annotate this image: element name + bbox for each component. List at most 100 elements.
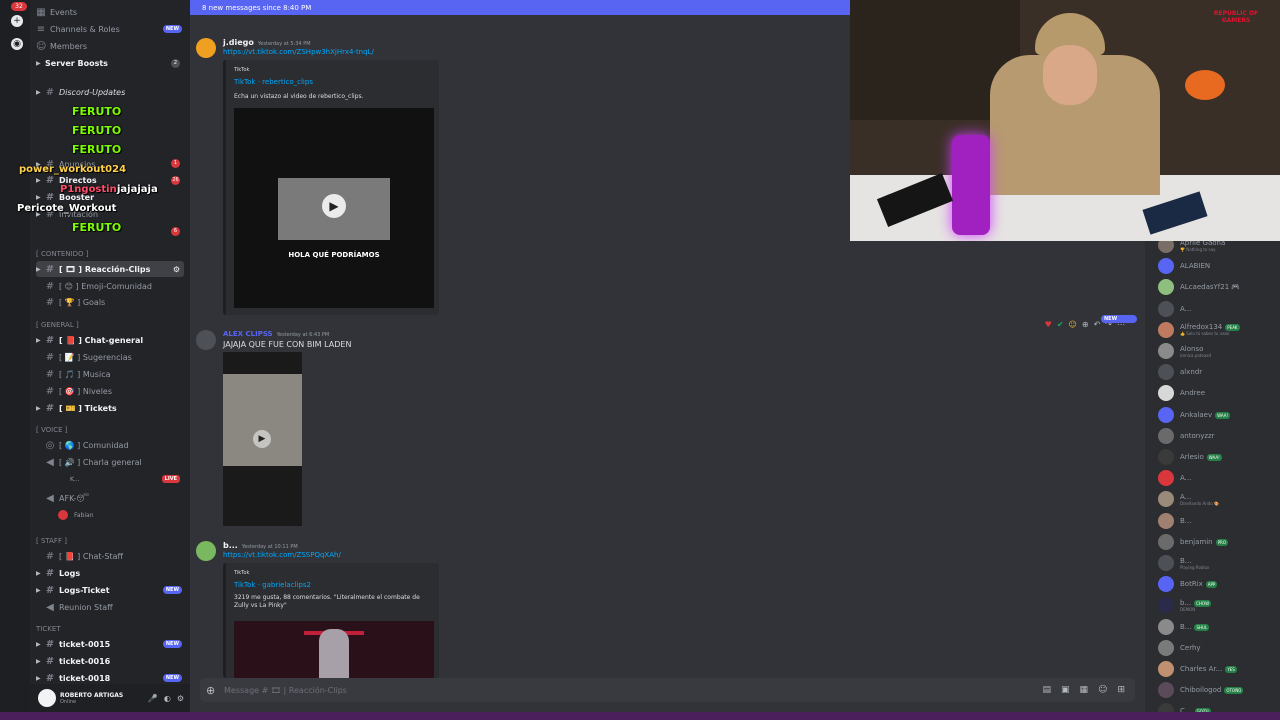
member-item[interactable]: benjamin PRO — [1158, 532, 1228, 552]
events-item[interactable]: ▦ Events — [36, 4, 77, 20]
channel-logs-ticket[interactable]: ▶ # Logs-Ticket — [36, 582, 110, 598]
settings-icon[interactable]: ⚙ — [177, 694, 184, 703]
video-thumbnail[interactable] — [234, 621, 434, 678]
member-item[interactable]: antonyzzr — [1158, 426, 1215, 446]
avatar[interactable] — [196, 541, 216, 561]
member-item[interactable]: A... — [1158, 468, 1191, 488]
embed-title[interactable]: TikTok · gabrielaclips2 — [234, 581, 311, 589]
sticker-icon[interactable]: ▦ — [1080, 685, 1089, 695]
member-item[interactable]: ALcaedasYf21 🎮 — [1158, 277, 1240, 297]
embed-provider[interactable]: TikTok — [234, 67, 249, 73]
category-general[interactable]: [ GENERAL ] — [36, 317, 79, 333]
chevron-right-icon: ▶ — [36, 193, 41, 201]
message-author[interactable]: ALEX CLIPSS Yesterday at 6:43 PM — [223, 330, 329, 338]
member-name: alxndr — [1180, 368, 1203, 377]
chevron-right-icon: ▶ — [36, 59, 41, 67]
category-voice[interactable]: [ VOICE ] — [36, 422, 67, 438]
video-attachment[interactable]: ▶ — [223, 352, 302, 526]
gift-icon[interactable]: ▤ — [1043, 685, 1052, 695]
speaker-icon: ◀ — [46, 456, 54, 468]
discover-icon[interactable]: ◉ — [11, 38, 23, 50]
embed-provider[interactable]: TikTok — [234, 570, 249, 576]
channels-roles-item[interactable]: ≡ Channels & Roles — [36, 21, 120, 37]
member-item[interactable]: Ankalaev WAA! — [1158, 405, 1231, 425]
category-staff[interactable]: [ STAFF ] — [36, 533, 67, 549]
member-item[interactable]: A... Diseñando Ando 🎨 — [1158, 489, 1219, 509]
member-name: Arlesio — [1180, 453, 1204, 461]
smile-icon[interactable]: ☺ — [1069, 320, 1077, 329]
members-item[interactable]: ☺ Members — [36, 38, 87, 54]
member-item[interactable]: Cerhy — [1158, 638, 1201, 658]
member-item[interactable]: Charles Ar... YES — [1158, 659, 1237, 679]
channel-label: ticket-0018 — [59, 673, 111, 683]
member-item[interactable]: B... — [1158, 511, 1191, 531]
add-server-icon[interactable]: + — [11, 15, 23, 27]
emoji-icon[interactable]: ☺ — [1098, 685, 1107, 695]
embed-title[interactable]: TikTok · rebertico_clips — [234, 78, 313, 86]
channel-niveles[interactable]: # [ 🎯 ] Niveles — [36, 383, 112, 399]
voice-charla-general[interactable]: ◀ [ 🔊 ] Charla general — [36, 454, 142, 470]
member-item[interactable]: alxndr — [1158, 362, 1202, 382]
category-ticket[interactable]: TICKET — [36, 621, 61, 637]
mic-icon[interactable]: 🎤 — [148, 694, 158, 703]
channel-chat-general[interactable]: ▶ # [ 📕 ] Chat-general — [36, 332, 143, 348]
hash-icon: # — [45, 296, 55, 308]
voice-reunion-staff[interactable]: ◀ Reunion Staff — [36, 599, 112, 615]
channel-ticket-0015[interactable]: ▶ # ticket-0015 — [36, 636, 110, 652]
apps-icon[interactable]: ⊞ — [1117, 685, 1125, 695]
voice-afk[interactable]: ◀ AFK-😴 — [36, 490, 89, 506]
member-item[interactable]: ALABIEN — [1158, 256, 1210, 276]
message-author[interactable]: j.diego Yesterday at 5:34 PM — [223, 38, 311, 47]
embed-description: 3219 me gusta, 88 comentarios. "Literalm… — [234, 594, 420, 609]
voice-user[interactable]: K... — [70, 471, 80, 487]
avatar[interactable] — [196, 330, 216, 350]
category-contenido[interactable]: [ CONTENIDO ] — [36, 246, 88, 262]
member-tag: CHOW — [1194, 599, 1212, 607]
member-item[interactable]: Aprile Gaona 🏆 Nothing to say — [1158, 241, 1225, 255]
channel-discord-updates[interactable]: ▶ # Discord-Updates — [36, 84, 125, 100]
channel-label: [ 🎯 ] Niveles — [59, 386, 113, 396]
channel-reaccion-clips[interactable]: ▶ # [ 🎞 ] Reacción-Clips ⚙ — [36, 261, 184, 277]
member-item[interactable]: A... — [1158, 299, 1191, 319]
member-item[interactable]: b... CHOW DEMON — [1158, 595, 1212, 615]
play-icon[interactable]: ▶ — [322, 194, 346, 218]
member-item[interactable]: B... SHUL — [1158, 617, 1210, 637]
reply-icon[interactable]: ↶ — [1094, 320, 1101, 329]
gif-icon[interactable]: ▣ — [1061, 685, 1070, 695]
heart-icon[interactable]: ♥ — [1045, 320, 1052, 329]
avatar[interactable] — [196, 38, 216, 58]
voice-comunidad[interactable]: ◎ [ 🌎 ] Comunidad — [36, 437, 129, 453]
headphones-icon[interactable]: ◐ — [164, 694, 171, 703]
add-attachment-icon[interactable]: ⊕ — [206, 684, 215, 697]
avatar[interactable] — [38, 689, 56, 707]
member-item[interactable]: BotRix APP — [1158, 574, 1218, 594]
member-item[interactable]: B... Playing Roblox — [1158, 553, 1209, 573]
channel-ticket-0016[interactable]: ▶ # ticket-0016 — [36, 653, 110, 669]
live-badge: LIVE — [161, 475, 180, 483]
member-item[interactable]: Alfredox134 PEAK 👍 Solo tú sabes tu valor — [1158, 320, 1240, 340]
video-thumbnail[interactable]: ▶ HOLA QUÉ PODRÍAMOS — [234, 108, 434, 308]
new-messages-banner[interactable]: 8 new messages since 8:40 PM — [190, 0, 850, 15]
channel-tickets[interactable]: ▶ # [ 🎫 ] Tickets — [36, 400, 117, 416]
member-list: Aprile Gaona 🏆 Nothing to say ALABIEN ALcae… — [1145, 241, 1280, 720]
channel-logs[interactable]: ▶ # Logs — [36, 565, 80, 581]
member-item[interactable]: Chiboilogod OTOÑO — [1158, 680, 1244, 700]
check-icon[interactable]: ✔ — [1057, 320, 1064, 329]
message-author[interactable]: b... Yesterday at 10:11 PM — [223, 541, 298, 550]
message-link[interactable]: https://vt.tiktok.com/ZSHpw3hXjHrx4-tnqL… — [223, 48, 374, 56]
settings-icon[interactable]: ⚙ — [173, 265, 180, 274]
member-item[interactable]: Andree — [1158, 383, 1205, 403]
channel-goals[interactable]: # [ 🏆 ] Goals — [36, 294, 105, 310]
server-boosts-item[interactable]: ▶ Server Boosts — [36, 55, 108, 71]
channel-musica[interactable]: # [ 🎵 ] Musica — [36, 366, 111, 382]
message-input[interactable]: ⊕ Message # 🎞 | Reacción-Clips ▤ ▣ ▦ ☺ ⊞ — [200, 678, 1135, 702]
voice-user-fabian[interactable]: Fabian — [58, 507, 94, 523]
channel-emoji-comunidad[interactable]: # [ 😊 ] Emoji-Comunidad — [36, 278, 152, 294]
member-item[interactable]: Arlesio WAA! — [1158, 447, 1222, 467]
play-icon[interactable]: ▶ — [253, 430, 271, 448]
member-item[interactable]: Alonso ironica pateaxd — [1158, 341, 1211, 361]
channel-sugerencias[interactable]: # [ 📝 ] Sugerencias — [36, 349, 132, 365]
add-reaction-icon[interactable]: ⊕ — [1082, 320, 1089, 329]
channel-chat-staff[interactable]: # [ 📕 ] Chat-Staff — [36, 548, 123, 564]
message-link[interactable]: https://vt.tiktok.com/ZSSPQqXAh/ — [223, 551, 341, 559]
